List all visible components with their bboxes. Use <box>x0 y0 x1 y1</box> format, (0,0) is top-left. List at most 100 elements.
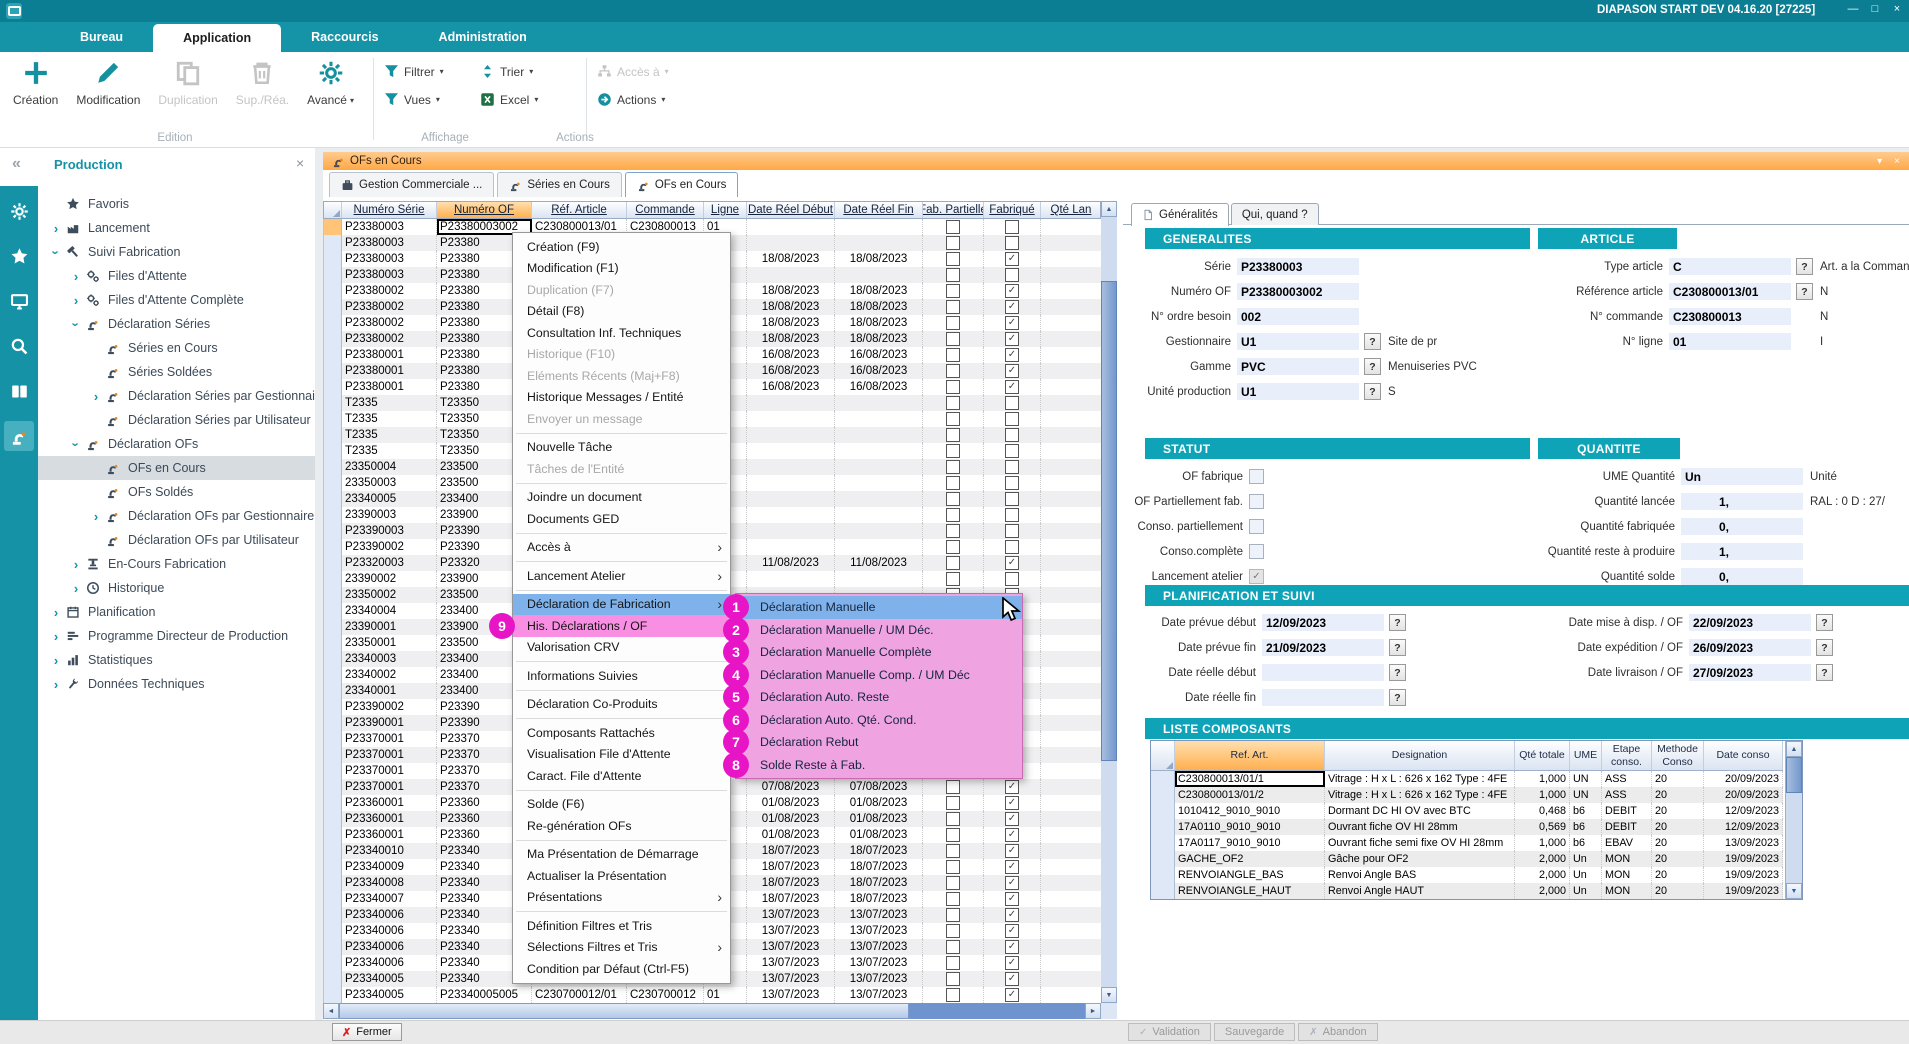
fab-partielle-checkbox[interactable]: ✓ <box>946 508 960 522</box>
cell-date-reel-debut[interactable]: 01/08/2023 <box>747 827 835 843</box>
expander-icon[interactable]: › <box>86 389 106 404</box>
row-selector-cell[interactable] <box>324 699 342 715</box>
cell-ume[interactable]: UN <box>1570 771 1602 787</box>
cell-qte-lancee[interactable] <box>1041 587 1102 603</box>
context-menu-item[interactable]: Condition par Défaut (Ctrl-F5) › <box>513 958 730 980</box>
row-selector-cell[interactable] <box>324 555 342 571</box>
status-checkbox[interactable]: ✓ <box>1249 494 1264 509</box>
cell-numero-serie[interactable]: P23340005 <box>342 987 437 1003</box>
composant-row[interactable]: C230800013/01/2 Vitrage : H x L : 626 x … <box>1151 787 1783 803</box>
fab-partielle-checkbox[interactable]: ✓ <box>946 444 960 458</box>
fab-partielle-checkbox[interactable]: ✓ <box>946 828 960 842</box>
expander-icon[interactable]: › <box>69 434 84 454</box>
cell-qte-lancee[interactable] <box>1041 459 1102 475</box>
context-menu-item[interactable]: › <box>513 430 730 437</box>
cell-numero-serie[interactable]: P23390003 <box>342 523 437 539</box>
cell-date-reel-fin[interactable]: 18/08/2023 <box>835 251 923 267</box>
cell-date-reel-debut[interactable] <box>747 491 835 507</box>
fab-partielle-checkbox[interactable]: ✓ <box>946 956 960 970</box>
fab-partielle-checkbox[interactable]: ✓ <box>946 380 960 394</box>
row-selector-cell[interactable] <box>324 779 342 795</box>
maximize-button[interactable]: □ <box>1867 3 1883 15</box>
fab-partielle-checkbox[interactable]: ✓ <box>946 892 960 906</box>
cell-etape-conso[interactable]: MON <box>1602 883 1652 899</box>
context-menu-item[interactable]: Composants Rattachés › <box>513 722 730 744</box>
tree-item[interactable]: › OFs Soldés <box>38 480 315 504</box>
cell-numero-serie[interactable]: P23380002 <box>342 315 437 331</box>
fab-partielle-checkbox[interactable]: ✓ <box>946 428 960 442</box>
status-checkbox[interactable]: ✓ <box>1249 519 1264 534</box>
row-selector-cell[interactable] <box>324 715 342 731</box>
tree-item[interactable]: › En-Cours Fabrication <box>38 552 315 576</box>
column-header[interactable]: Etape conso. <box>1602 741 1652 770</box>
field-value[interactable]: 27/09/2023 <box>1689 664 1811 681</box>
cell-numero-serie[interactable]: T2335 <box>342 427 437 443</box>
cell-qte-lancee[interactable] <box>1041 923 1102 939</box>
row-selector-cell[interactable] <box>324 443 342 459</box>
cell-date-reel-fin[interactable] <box>835 459 923 475</box>
context-menu-item[interactable]: Valorisation CRV › <box>513 637 730 659</box>
table-row[interactable]: P23340005 P23340005005 C230700012/01 C23… <box>324 987 1102 1003</box>
context-menu-item[interactable]: › <box>513 908 730 915</box>
cell-qte-totale[interactable]: 1,000 <box>1515 787 1570 803</box>
cell-ref-article[interactable]: C230700012/01 <box>532 987 627 1003</box>
context-menu-item[interactable]: Présentations › <box>513 887 730 909</box>
context-menu-item[interactable]: Consultation Inf. Techniques › <box>513 322 730 344</box>
tree-item[interactable]: › Déclaration Séries par Utilisateur <box>38 408 315 432</box>
fab-partielle-checkbox[interactable]: ✓ <box>946 780 960 794</box>
field-value[interactable]: Un <box>1681 468 1803 485</box>
cell-date-reel-debut[interactable]: 18/08/2023 <box>747 299 835 315</box>
cell-numero-serie[interactable]: P23380001 <box>342 363 437 379</box>
context-menu-item[interactable]: Caract. File d'Attente › <box>513 765 730 787</box>
row-selector-cell[interactable] <box>324 651 342 667</box>
context-menu-item[interactable]: › <box>513 837 730 844</box>
row-selector-cell[interactable] <box>1151 771 1175 787</box>
vues-button[interactable]: Vues▾ <box>384 92 470 107</box>
fabrique-checkbox[interactable]: ✓ <box>1005 460 1019 474</box>
context-menu-item[interactable]: Définition Filtres et Tris › <box>513 915 730 937</box>
cell-date-reel-fin[interactable] <box>835 219 923 235</box>
scroll-left-icon[interactable]: ◄ <box>323 1003 339 1019</box>
cell-ume[interactable]: Un <box>1570 883 1602 899</box>
fabrique-checkbox[interactable]: ✓ <box>1005 252 1019 266</box>
scroll-right-icon[interactable]: ► <box>1085 1003 1101 1019</box>
fabrique-checkbox[interactable]: ✓ <box>1005 828 1019 842</box>
fab-partielle-checkbox[interactable]: ✓ <box>946 412 960 426</box>
fabrique-checkbox[interactable]: ✓ <box>1005 492 1019 506</box>
context-menu-item[interactable]: › <box>513 530 730 537</box>
cell-date-reel-fin[interactable]: 16/08/2023 <box>835 363 923 379</box>
cell-numero-serie[interactable]: 23350001 <box>342 635 437 651</box>
select-all-cell[interactable] <box>1151 741 1175 770</box>
context-menu-item[interactable]: Documents GED › <box>513 508 730 530</box>
cell-ume[interactable]: b6 <box>1570 835 1602 851</box>
fab-partielle-checkbox[interactable]: ✓ <box>946 844 960 858</box>
creation-button[interactable]: Création <box>4 52 67 107</box>
cell-date-reel-debut[interactable]: 18/08/2023 <box>747 315 835 331</box>
cell-ref-art[interactable]: GACHE_OF2 <box>1175 851 1325 867</box>
cell-date-reel-debut[interactable]: 13/07/2023 <box>747 971 835 987</box>
fabrique-checkbox[interactable]: ✓ <box>1005 300 1019 314</box>
help-button[interactable]: ? <box>1816 664 1833 681</box>
expander-icon[interactable]: › <box>66 557 86 572</box>
cell-date-reel-debut[interactable] <box>747 267 835 283</box>
cell-numero-serie[interactable]: P23380002 <box>342 299 437 315</box>
close-panel-icon[interactable]: × <box>296 155 304 171</box>
field-value[interactable] <box>1262 664 1384 681</box>
help-button[interactable]: ? <box>1796 283 1813 300</box>
cell-date-reel-debut[interactable] <box>747 459 835 475</box>
cell-numero-serie[interactable]: P23380001 <box>342 379 437 395</box>
cell-date-reel-debut[interactable] <box>747 219 835 235</box>
cell-etape-conso[interactable]: MON <box>1602 867 1652 883</box>
row-selector-cell[interactable] <box>1151 803 1175 819</box>
fab-partielle-checkbox[interactable]: ✓ <box>946 796 960 810</box>
context-menu-item[interactable]: His. Déclarations / OF › 9 <box>513 615 730 637</box>
cell-date-reel-debut[interactable] <box>747 395 835 411</box>
cell-date-reel-debut[interactable]: 18/08/2023 <box>747 283 835 299</box>
cell-numero-serie[interactable]: P23340006 <box>342 923 437 939</box>
cell-date-reel-fin[interactable]: 18/07/2023 <box>835 843 923 859</box>
context-menu-item[interactable]: Historique (F10) › <box>513 344 730 366</box>
cell-date-reel-debut[interactable] <box>747 475 835 491</box>
cell-date-reel-fin[interactable]: 18/08/2023 <box>835 283 923 299</box>
fab-partielle-checkbox[interactable]: ✓ <box>946 396 960 410</box>
cell-date-reel-fin[interactable] <box>835 235 923 251</box>
